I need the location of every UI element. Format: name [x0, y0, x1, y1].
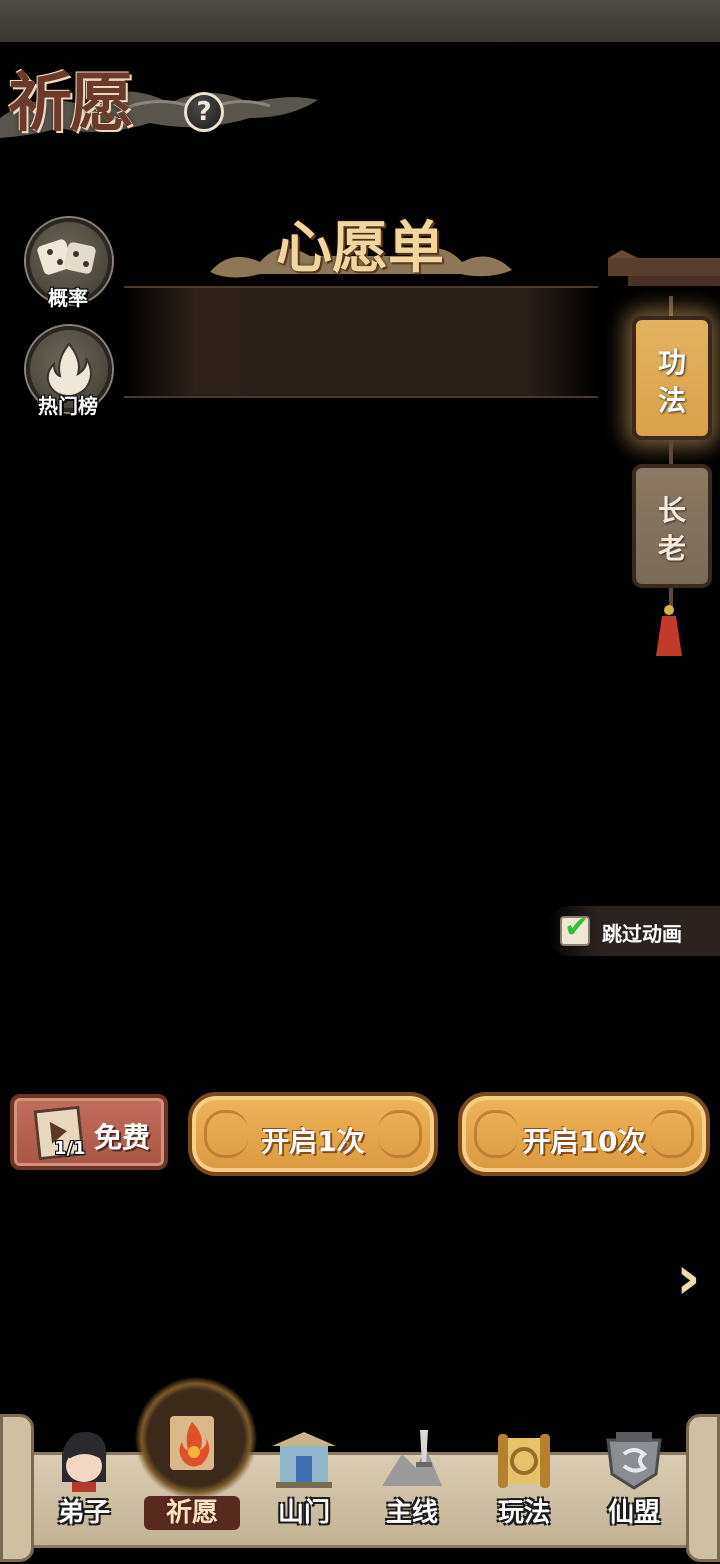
lantern-beam-decoration — [608, 250, 720, 286]
status-bar-strip — [0, 0, 720, 42]
wish-list-panel[interactable] — [124, 286, 598, 398]
nav-wish[interactable]: 祈愿 — [134, 1376, 258, 1552]
free-draw-count: 1/1 — [54, 1138, 86, 1159]
skip-animation-toggle[interactable]: ✔ 跳过动画 — [546, 906, 720, 956]
open-once-button[interactable]: 开启1次 — [188, 1092, 438, 1176]
nav-sect-gate[interactable]: 山门 — [250, 1412, 358, 1552]
sect-gate-icon — [272, 1432, 336, 1488]
free-draw-button[interactable]: 1/1 免费 — [10, 1094, 168, 1170]
ranking-label: 热门榜 — [38, 394, 98, 418]
alliance-emblem-icon — [606, 1432, 662, 1490]
ranking-button[interactable]: 热门榜 — [22, 326, 114, 426]
bottom-nav: 弟子 祈愿 山门 主线 玩法 仙盟 — [0, 1376, 720, 1564]
nav-gameplay[interactable]: 玩法 — [470, 1412, 578, 1552]
help-button[interactable]: ? — [184, 92, 224, 132]
open-once-label: 开启1次 — [261, 1125, 365, 1158]
skip-animation-label: 跳过动画 — [602, 922, 682, 946]
question-icon: ? — [196, 97, 212, 127]
wish-scroll-flame-icon — [170, 1416, 214, 1470]
skip-animation-checkbox[interactable]: ✔ — [560, 910, 590, 946]
wish-list-title: 心愿单 — [200, 206, 520, 290]
scroll-end-right-decoration — [686, 1414, 720, 1562]
tab-technique[interactable]: 功 法 — [632, 316, 712, 440]
tassel-decoration — [656, 605, 682, 656]
gameplay-scroll-icon — [498, 1434, 550, 1488]
main-quest-sword-icon — [382, 1430, 442, 1486]
scroll-end-left-decoration — [0, 1414, 34, 1562]
probability-button[interactable]: 概率 — [22, 218, 114, 318]
next-page-arrow-icon[interactable]: › — [676, 1248, 706, 1308]
page-title: 祈愿 — [8, 66, 134, 141]
tab-elder[interactable]: 长 老 — [632, 464, 712, 588]
nav-alliance[interactable]: 仙盟 — [580, 1412, 688, 1552]
probability-label: 概率 — [48, 286, 88, 310]
nav-main-quest[interactable]: 主线 — [358, 1412, 466, 1552]
nav-disciple[interactable]: 弟子 — [30, 1412, 138, 1552]
open-ten-button[interactable]: 开启10次 — [458, 1092, 710, 1176]
checkmark-icon: ✔ — [564, 910, 590, 945]
disciple-avatar-icon — [62, 1431, 107, 1492]
free-draw-label: 免费 — [94, 1121, 151, 1154]
open-ten-label: 开启10次 — [522, 1125, 646, 1158]
